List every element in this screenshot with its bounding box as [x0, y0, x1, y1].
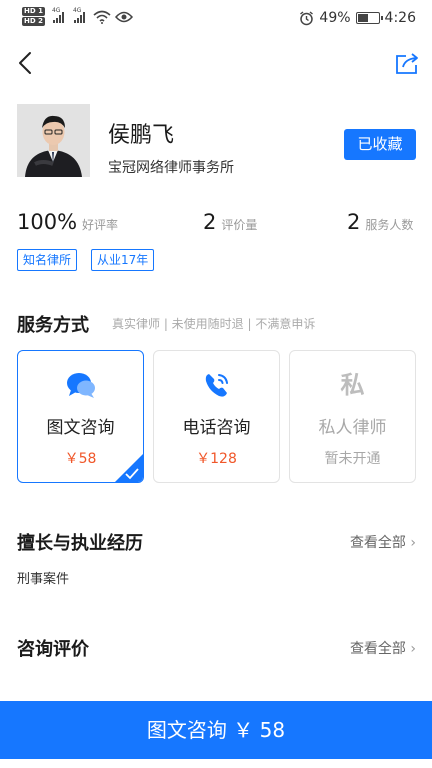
- signal-icon: 4G: [73, 7, 85, 23]
- service-card-title: 图文咨询: [46, 418, 115, 438]
- hd2-label: HD 2: [22, 17, 45, 26]
- hd1-label: HD 1: [22, 7, 45, 16]
- selected-check-icon: [115, 454, 143, 482]
- chevron-right-icon: ›: [410, 535, 416, 551]
- favorite-button[interactable]: 已收藏: [344, 129, 416, 160]
- tag-experience: 从业17年: [91, 249, 155, 271]
- clock: 4:26: [384, 10, 416, 26]
- stat-rating: 100% 好评率: [17, 210, 118, 234]
- battery-icon: [355, 12, 383, 24]
- private-icon: 私: [340, 371, 365, 399]
- status-right: 49% 4:26: [299, 10, 416, 26]
- status-left: HD 1 HD 2 4G 4G: [22, 7, 133, 26]
- service-card-price: ￥128: [196, 451, 237, 467]
- service-card-title: 电话咨询: [182, 418, 251, 438]
- service-card-phone-consult[interactable]: 电话咨询 ￥128: [153, 350, 280, 483]
- stat-value: 2: [347, 210, 361, 234]
- stat-label: 评价量: [221, 218, 258, 232]
- signal2-label: 4G: [72, 6, 82, 14]
- battery-percent: 49%: [319, 10, 351, 26]
- service-card-private-lawyer[interactable]: 私 私人律师 暂未开通: [289, 350, 416, 483]
- stat-value: 2: [203, 210, 217, 234]
- chevron-left-icon[interactable]: [14, 50, 40, 76]
- service-section-title: 服务方式: [17, 315, 89, 336]
- stat-label: 服务人数: [365, 218, 414, 232]
- service-subtitle: 真实律师 | 未使用随时退 | 不满意申诉: [112, 317, 316, 331]
- stat-reviews: 2 评价量: [203, 210, 257, 234]
- alarm-icon: [300, 10, 314, 25]
- skills-view-all-link[interactable]: 查看全部 ›: [350, 532, 416, 552]
- status-bar: HD 1 HD 2 4G 4G 49% 4:26: [0, 0, 432, 36]
- eye-icon: [114, 11, 133, 22]
- view-all-label: 查看全部: [349, 641, 406, 657]
- view-all-label: 查看全部: [349, 535, 406, 551]
- skill-item: 刑事案件: [17, 572, 70, 587]
- stat-clients: 2 服务人数: [347, 210, 413, 234]
- chevron-right-icon: ›: [410, 641, 416, 657]
- tag-famous-firm: 知名律所: [17, 249, 78, 271]
- stat-value: 100%: [17, 210, 78, 234]
- chat-bubbles-icon: [66, 373, 95, 398]
- reviews-section-title: 咨询评价: [17, 639, 89, 660]
- reviews-view-all-link[interactable]: 查看全部 ›: [350, 638, 416, 658]
- lawyer-photo: [17, 104, 90, 177]
- wifi-icon: [93, 10, 111, 24]
- signal1-label: 4G: [51, 6, 61, 14]
- avatar: [17, 104, 90, 177]
- hd-icon: HD 1 HD 2: [22, 7, 45, 26]
- consult-now-button[interactable]: 图文咨询 ￥ 58: [0, 701, 432, 759]
- service-card-status: 暂未开通: [324, 451, 381, 467]
- service-card-text-consult[interactable]: 图文咨询 ￥58: [17, 350, 144, 483]
- lawyer-name: 侯鹏飞: [108, 123, 175, 148]
- skills-section-title: 擅长与执业经历: [17, 533, 143, 554]
- firm-name: 宝冠网络律师事务所: [108, 160, 234, 176]
- phone-icon: [205, 374, 228, 397]
- stat-label: 好评率: [82, 218, 119, 232]
- service-card-title: 私人律师: [318, 418, 387, 438]
- signal-icon: 4G: [52, 7, 64, 23]
- share-icon[interactable]: [394, 50, 420, 76]
